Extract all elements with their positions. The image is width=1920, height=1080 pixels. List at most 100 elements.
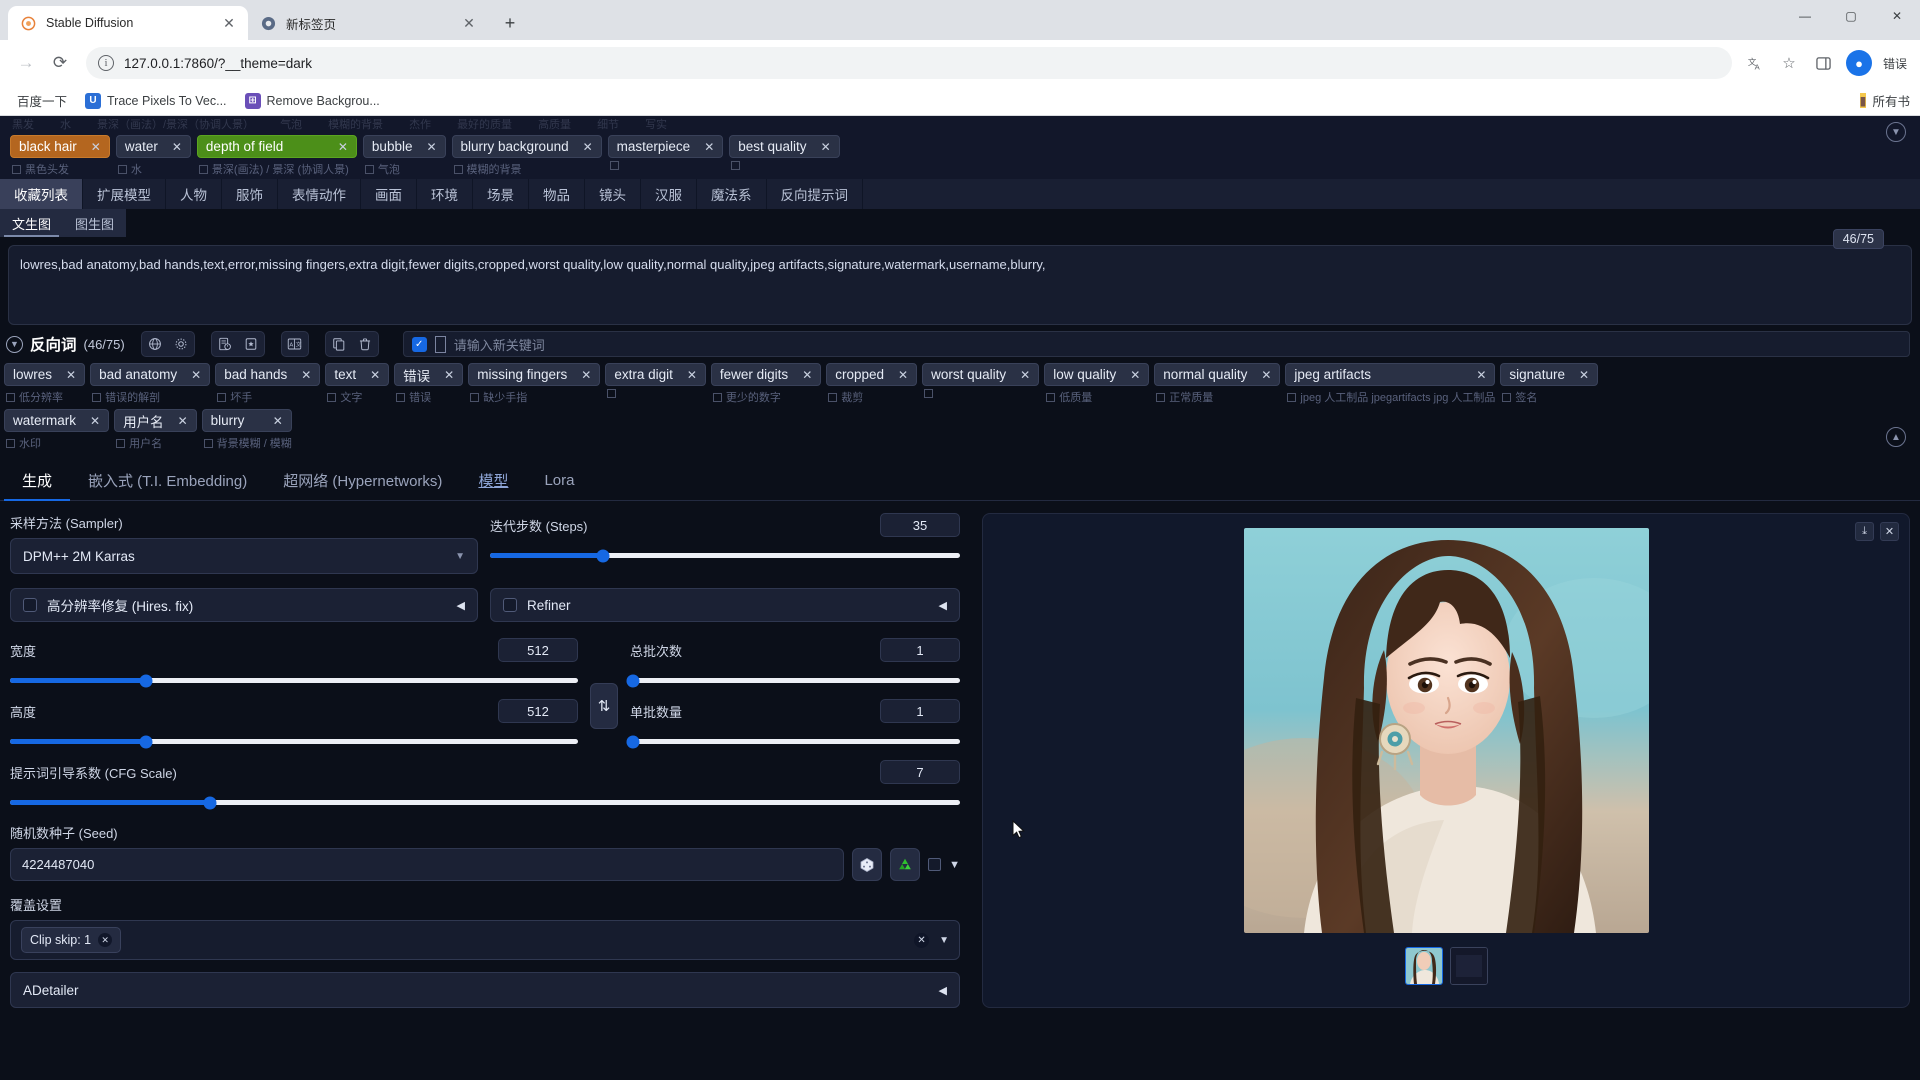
- recycle-icon[interactable]: [890, 848, 921, 881]
- reload-button[interactable]: ⟳: [44, 47, 76, 79]
- batch-size-value[interactable]: 1: [880, 699, 960, 723]
- category-tab-画面[interactable]: 画面: [361, 179, 417, 209]
- maximize-button[interactable]: ▢: [1828, 0, 1874, 32]
- bookmark-star-icon[interactable]: ☆: [1774, 48, 1804, 78]
- prompt-chip[interactable]: black hair ✕ 黑色头发: [10, 135, 110, 177]
- bookmark-baidu[interactable]: 百度一下: [10, 88, 74, 113]
- refiner-accordion[interactable]: Refiner ◀: [490, 588, 960, 622]
- translate-icon[interactable]: A文: [282, 332, 308, 356]
- new-keyword-input[interactable]: ✓ 请输入新关键词: [402, 331, 1910, 357]
- steps-value[interactable]: 35: [880, 513, 960, 537]
- remove-chip-icon[interactable]: ✕: [60, 368, 76, 382]
- close-icon[interactable]: ✕: [1880, 522, 1899, 541]
- remove-chip-icon[interactable]: ✕: [166, 140, 182, 154]
- close-window-button[interactable]: ✕: [1874, 0, 1920, 32]
- batch-size-slider[interactable]: [626, 735, 960, 748]
- remove-chip-icon[interactable]: ✕: [332, 140, 348, 154]
- sampler-select[interactable]: DPM++ 2M Karras ▼: [10, 538, 478, 574]
- category-tab-场景[interactable]: 场景: [473, 179, 529, 209]
- negative-chip[interactable]: extra digit ✕: [605, 363, 706, 398]
- negative-chip[interactable]: worst quality ✕: [922, 363, 1040, 398]
- steps-slider[interactable]: [490, 549, 960, 562]
- remove-chip-icon[interactable]: ✕: [98, 933, 113, 947]
- negative-chip[interactable]: bad anatomy ✕ 错误的解剖: [90, 363, 211, 405]
- remove-chip-icon[interactable]: ✕: [172, 414, 188, 428]
- trash-icon[interactable]: [352, 332, 378, 356]
- remove-chip-icon[interactable]: ✕: [681, 368, 697, 382]
- globe-icon[interactable]: [142, 332, 168, 356]
- remove-chip-icon[interactable]: ✕: [698, 140, 714, 154]
- remove-chip-icon[interactable]: ✕: [892, 368, 908, 382]
- category-tab-表情动作[interactable]: 表情动作: [278, 179, 361, 209]
- negative-chip[interactable]: normal quality ✕ 正常质量: [1154, 363, 1281, 405]
- all-bookmarks-button[interactable]: ▮ 所有书: [1859, 91, 1910, 110]
- category-tab-收藏列表[interactable]: 收藏列表: [0, 179, 83, 209]
- remove-chip-icon[interactable]: ✕: [796, 368, 812, 382]
- gear-icon[interactable]: [168, 332, 194, 356]
- negative-chip[interactable]: jpeg artifacts ✕ jpeg 人工制品 jpegartifacts j…: [1285, 363, 1496, 405]
- height-slider[interactable]: [10, 735, 578, 748]
- negative-chip[interactable]: text ✕ 文字: [325, 363, 390, 405]
- new-tab-button[interactable]: +: [496, 9, 524, 37]
- remove-chip-icon[interactable]: ✕: [438, 368, 454, 382]
- remove-chip-icon[interactable]: ✕: [815, 140, 831, 154]
- negative-chip[interactable]: watermark ✕ 水印: [4, 409, 110, 451]
- prompt-chip[interactable]: masterpiece ✕: [607, 135, 724, 170]
- browser-tab-stable-diffusion[interactable]: Stable Diffusion ✕: [8, 6, 248, 40]
- hires-fix-accordion[interactable]: 高分辨率修复 (Hires. fix) ◀: [10, 588, 478, 622]
- clear-all-icon[interactable]: ✕: [914, 932, 930, 948]
- remove-chip-icon[interactable]: ✕: [1255, 368, 1271, 382]
- category-tab-人物[interactable]: 人物: [166, 179, 222, 209]
- chevron-down-icon[interactable]: ▼: [939, 935, 949, 946]
- prompt-chip[interactable]: bubble ✕ 气泡: [362, 135, 446, 177]
- category-tab-镜头[interactable]: 镜头: [585, 179, 641, 209]
- remove-chip-icon[interactable]: ✕: [1573, 368, 1589, 382]
- main-tab-超网络 (Hypernetworks)[interactable]: 超网络 (Hypernetworks): [265, 461, 460, 500]
- main-tab-Lora[interactable]: Lora: [526, 461, 592, 500]
- remove-chip-icon[interactable]: ✕: [1124, 368, 1140, 382]
- tab-close-icon[interactable]: ✕: [460, 14, 478, 32]
- remove-chip-icon[interactable]: ✕: [295, 368, 311, 382]
- negative-chip[interactable]: blurry ✕ 背景模糊 / 模糊: [201, 409, 292, 451]
- bookmark-trace-pixels[interactable]: U Trace Pixels To Vec...: [78, 90, 234, 112]
- category-tab-汉服[interactable]: 汉服: [641, 179, 697, 209]
- sidepanel-icon[interactable]: [1808, 48, 1838, 78]
- negative-chip[interactable]: 用户名 ✕ 用户名: [114, 409, 197, 451]
- extensions-icon[interactable]: 错误: [1880, 48, 1910, 78]
- bookmark-remove-background[interactable]: ⊞ Remove Backgrou...: [238, 90, 387, 112]
- cfg-slider[interactable]: [10, 796, 960, 809]
- remove-chip-icon[interactable]: ✕: [420, 140, 436, 154]
- cfg-value[interactable]: 7: [880, 760, 960, 784]
- category-tab-环境[interactable]: 环境: [417, 179, 473, 209]
- extra-seed-checkbox[interactable]: [928, 858, 942, 871]
- prompt-chip[interactable]: depth of field ✕ 景深(画法) / 景深 (协调人景): [196, 135, 357, 177]
- history-icon[interactable]: [212, 332, 238, 356]
- site-info-icon[interactable]: i: [98, 55, 114, 71]
- negative-chip[interactable]: lowres ✕ 低分辨率: [4, 363, 86, 405]
- negative-prompt-textarea[interactable]: lowres,bad anatomy,bad hands,text,error,…: [8, 245, 1912, 325]
- minimize-button[interactable]: —: [1782, 0, 1828, 32]
- remove-chip-icon[interactable]: ✕: [364, 368, 380, 382]
- sub-tab-图生图[interactable]: 图生图: [63, 209, 126, 237]
- refiner-checkbox[interactable]: [503, 598, 517, 612]
- browser-tab-new[interactable]: 新标签页 ✕: [248, 6, 488, 40]
- forward-button[interactable]: →: [10, 47, 42, 79]
- translate-icon[interactable]: 文A: [1740, 48, 1770, 78]
- category-tab-物品[interactable]: 物品: [529, 179, 585, 209]
- adetailer-accordion[interactable]: ADetailer ◀: [10, 972, 960, 1008]
- main-tab-模型[interactable]: 模型: [460, 461, 526, 500]
- override-settings-box[interactable]: Clip skip: 1 ✕ ✕ ▼: [10, 920, 960, 960]
- main-tab-嵌入式 (T.I. Embedding)[interactable]: 嵌入式 (T.I. Embedding): [70, 461, 265, 500]
- download-icon[interactable]: ⤓: [1855, 522, 1874, 541]
- address-bar[interactable]: i 127.0.0.1:7860/?__theme=dark: [86, 47, 1732, 79]
- avatar[interactable]: ●: [1846, 50, 1872, 76]
- batch-count-value[interactable]: 1: [880, 638, 960, 662]
- remove-chip-icon[interactable]: ✕: [1470, 368, 1486, 382]
- negative-chip[interactable]: 错误 ✕ 错误: [394, 363, 464, 405]
- thumbnail-item[interactable]: [1404, 947, 1443, 985]
- negative-chip[interactable]: fewer digits ✕ 更少的数字: [710, 363, 822, 405]
- negative-chip[interactable]: low quality ✕ 低质量: [1044, 363, 1150, 405]
- category-tab-服饰[interactable]: 服饰: [222, 179, 278, 209]
- remove-chip-icon[interactable]: ✕: [1014, 368, 1030, 382]
- chevron-down-icon[interactable]: ▼: [949, 859, 960, 871]
